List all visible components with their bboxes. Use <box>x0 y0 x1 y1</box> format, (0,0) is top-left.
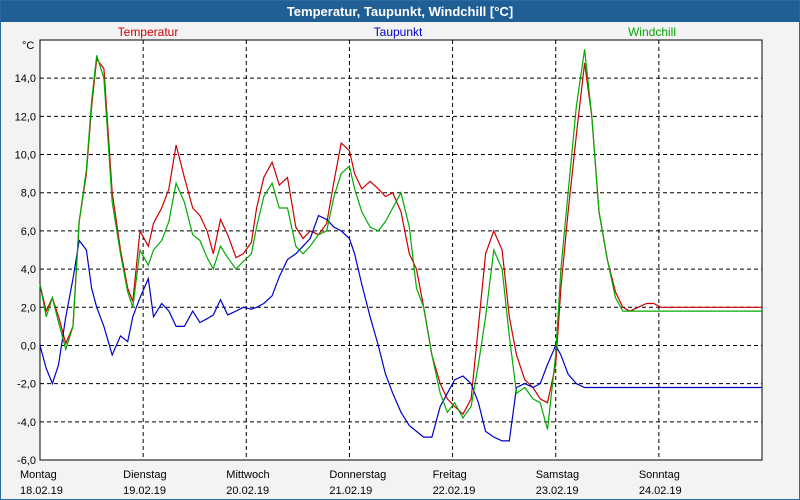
legend-taupunkt: Taupunkt <box>374 25 423 39</box>
y-tick-label: -2,0 <box>17 379 36 391</box>
y-axis-label: °C <box>22 40 34 52</box>
x-day-name: Samstag <box>536 469 579 481</box>
legend-temperatur: Temperatur <box>118 25 179 39</box>
y-tick-label: -6,0 <box>17 455 36 467</box>
x-day-date: 23.02.19 <box>536 485 579 497</box>
x-day-name: Mittwoch <box>226 469 269 481</box>
plot-area <box>39 39 763 461</box>
x-day-name: Dienstag <box>123 469 166 481</box>
x-day-name: Sonntag <box>639 469 680 481</box>
x-day-date: 20.02.19 <box>226 485 269 497</box>
y-tick-label: 6,0 <box>21 226 36 238</box>
y-tick-label: 2,0 <box>21 302 36 314</box>
x-day-date: 19.02.19 <box>123 485 166 497</box>
x-day-date: 21.02.19 <box>329 485 372 497</box>
y-axis-ticks: 14,0 12,0 10,0 8,0 6,0 4,0 2,0 0,0 -2,0 -4,0 -6,0 <box>15 73 36 467</box>
x-day-date: 22.02.19 <box>433 485 476 497</box>
chart-svg: °C Temperatur Taupunkt Windchill 14,0 12,… <box>15 25 763 497</box>
x-day-name: Montag <box>20 469 57 481</box>
y-tick-label: 10,0 <box>15 150 36 162</box>
y-tick-label: 8,0 <box>21 188 36 200</box>
y-tick-label: 12,0 <box>15 111 36 123</box>
y-tick-label: 14,0 <box>15 73 36 85</box>
legend-windchill: Windchill <box>628 25 676 39</box>
y-tick-label: -4,0 <box>17 417 36 429</box>
x-day-name: Freitag <box>433 469 467 481</box>
x-day-date: 18.02.19 <box>20 485 63 497</box>
x-day-date: 24.02.19 <box>639 485 682 497</box>
y-tick-label: 4,0 <box>21 264 36 276</box>
x-day-name: Donnerstag <box>329 469 386 481</box>
y-tick-label: 0,0 <box>21 340 36 352</box>
x-axis-day-labels: Montag 18.02.19 Dienstag 19.02.19 Mittwoch 20… <box>20 469 682 497</box>
